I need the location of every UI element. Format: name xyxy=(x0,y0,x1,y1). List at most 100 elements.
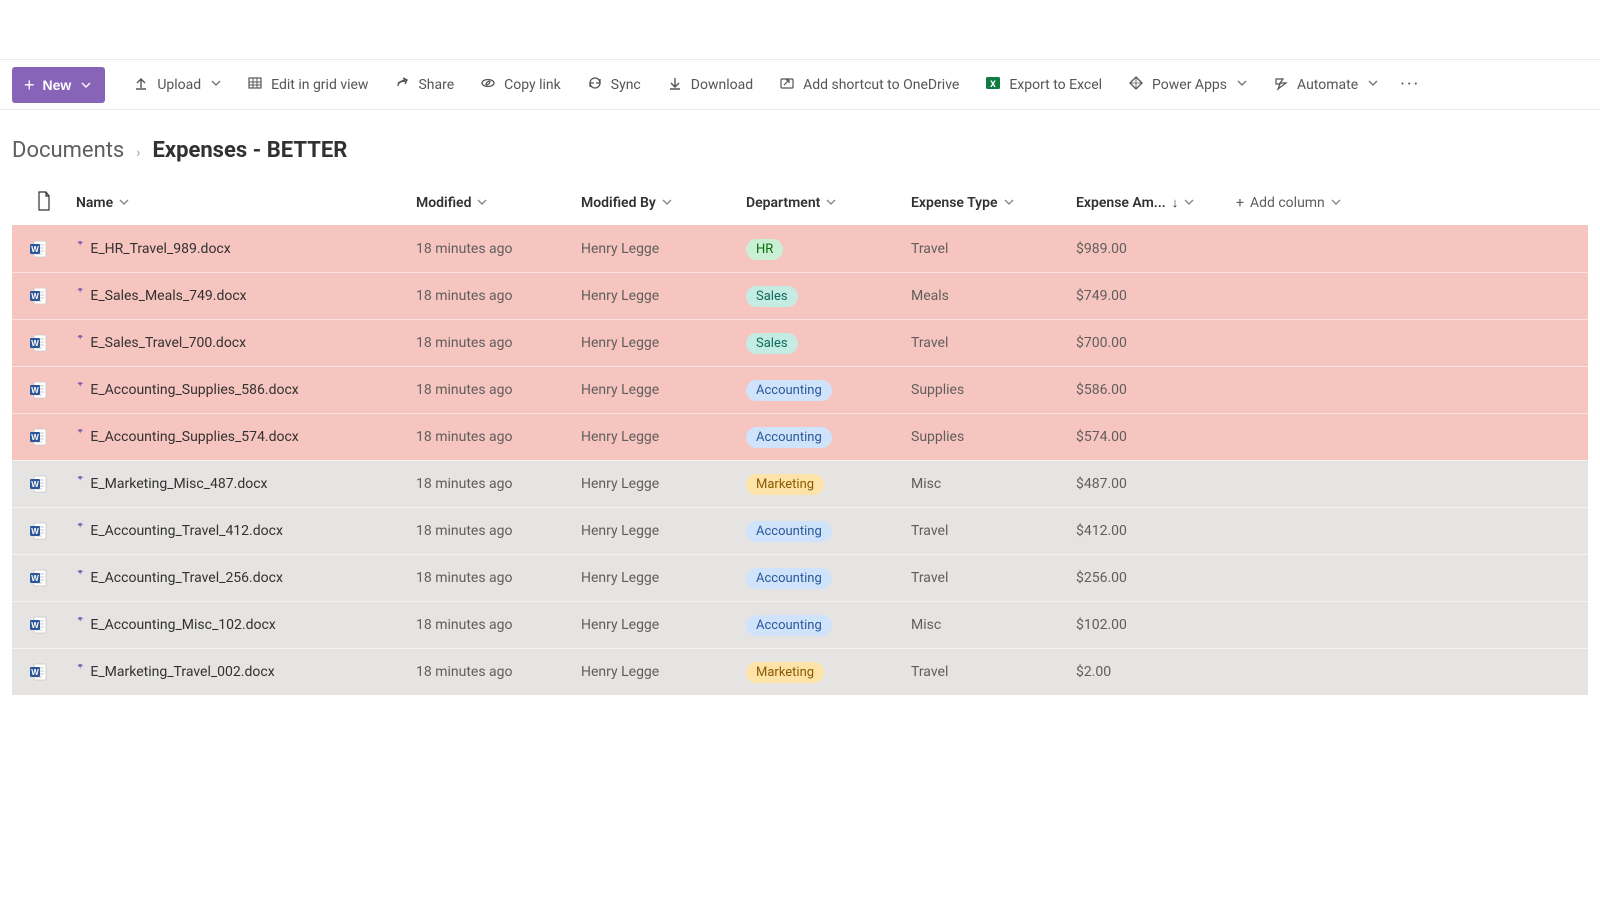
power-apps-button[interactable]: Power Apps xyxy=(1118,67,1257,103)
column-header-filetype[interactable] xyxy=(12,191,76,215)
table-row[interactable]: ✦ E_HR_Travel_989.docx 18 minutes agoHenry… xyxy=(12,225,1588,272)
modified-by-cell[interactable]: Henry Legge xyxy=(581,476,746,492)
share-button[interactable]: Share xyxy=(384,67,464,103)
file-name-cell[interactable]: ✦E_Accounting_Travel_256.docx xyxy=(76,570,416,586)
modified-cell: 18 minutes ago xyxy=(416,429,581,445)
file-name-label: E_Accounting_Supplies_574.docx xyxy=(90,429,298,445)
file-type-cell xyxy=(12,522,76,540)
table-row[interactable]: ✦E_Accounting_Travel_256.docx18 minutes … xyxy=(12,554,1588,601)
column-header-expense-type[interactable]: Expense Type xyxy=(911,195,1076,211)
modified-by-cell[interactable]: Henry Legge xyxy=(581,429,746,445)
department-cell: Accounting xyxy=(746,615,911,636)
more-commands-button[interactable]: ··· xyxy=(1394,74,1426,95)
department-pill: Accounting xyxy=(746,427,832,448)
plus-icon: + xyxy=(24,76,35,94)
expense-amount-cell: $412.00 xyxy=(1076,523,1236,539)
new-button-label: New xyxy=(43,77,72,93)
column-header-name[interactable]: Name xyxy=(76,195,416,211)
table-row[interactable]: ✦E_Marketing_Travel_002.docx18 minutes a… xyxy=(12,648,1588,695)
expense-amount-cell: $2.00 xyxy=(1076,664,1236,680)
modified-by-cell[interactable]: Henry Legge xyxy=(581,382,746,398)
upload-button[interactable]: Upload xyxy=(123,67,231,103)
chevron-down-icon xyxy=(1368,78,1378,91)
file-name-cell[interactable]: ✦E_Marketing_Misc_487.docx xyxy=(76,476,416,492)
department-pill: HR xyxy=(746,239,783,260)
copy-link-button[interactable]: Copy link xyxy=(470,67,571,103)
download-button[interactable]: Download xyxy=(657,67,763,103)
word-document-icon xyxy=(30,240,48,258)
file-name-label: E_HR_Travel_989.docx xyxy=(90,241,230,257)
sync-label: Sync xyxy=(611,77,641,93)
column-header-department[interactable]: Department xyxy=(746,195,911,211)
automate-button[interactable]: Automate xyxy=(1263,67,1388,103)
document-icon xyxy=(36,191,52,215)
export-excel-label: Export to Excel xyxy=(1009,77,1102,93)
modified-by-cell[interactable]: Henry Legge xyxy=(581,288,746,304)
expense-amount-cell: $989.00 xyxy=(1076,241,1236,257)
file-type-cell xyxy=(12,381,76,399)
edit-grid-button[interactable]: Edit in grid view xyxy=(237,67,378,103)
modified-by-cell[interactable]: Henry Legge xyxy=(581,570,746,586)
file-name-cell[interactable]: ✦E_Accounting_Travel_412.docx xyxy=(76,523,416,539)
modified-by-cell[interactable]: Henry Legge xyxy=(581,241,746,257)
column-header-modified-label: Modified xyxy=(416,195,471,211)
file-name-cell[interactable]: ✦ E_Sales_Meals_749.docx xyxy=(76,288,416,304)
table-row[interactable]: ✦E_Accounting_Supplies_574.docx18 minute… xyxy=(12,413,1588,460)
department-cell: HR xyxy=(746,239,911,260)
chevron-down-icon xyxy=(81,77,91,93)
sync-button[interactable]: Sync xyxy=(577,67,651,103)
modified-by-cell[interactable]: Henry Legge xyxy=(581,523,746,539)
file-type-cell xyxy=(12,663,76,681)
add-column-button[interactable]: + Add column xyxy=(1236,195,1396,211)
word-document-icon xyxy=(30,428,48,446)
new-indicator-icon: ✦ xyxy=(76,664,84,672)
new-button[interactable]: + New xyxy=(12,67,105,103)
modified-cell: 18 minutes ago xyxy=(416,476,581,492)
file-name-cell[interactable]: ✦E_Sales_Travel_700.docx xyxy=(76,335,416,351)
modified-cell: 18 minutes ago xyxy=(416,664,581,680)
modified-cell: 18 minutes ago xyxy=(416,523,581,539)
file-type-cell xyxy=(12,287,76,305)
modified-by-cell[interactable]: Henry Legge xyxy=(581,335,746,351)
chevron-down-icon xyxy=(119,197,129,210)
modified-by-cell[interactable]: Henry Legge xyxy=(581,664,746,680)
word-document-icon xyxy=(30,475,48,493)
share-icon xyxy=(394,75,410,95)
file-name-label: E_Sales_Meals_749.docx xyxy=(90,288,246,304)
file-name-cell[interactable]: ✦E_Marketing_Travel_002.docx xyxy=(76,664,416,680)
word-document-icon xyxy=(30,663,48,681)
column-header-expense-amount[interactable]: Expense Am... ↓ xyxy=(1076,195,1236,211)
add-shortcut-button[interactable]: Add shortcut to OneDrive xyxy=(769,67,969,103)
table-row[interactable]: ✦E_Marketing_Misc_487.docx18 minutes ago… xyxy=(12,460,1588,507)
file-name-cell[interactable]: ✦ E_HR_Travel_989.docx xyxy=(76,241,416,257)
new-indicator-icon: ✦ xyxy=(76,288,84,296)
file-name-label: E_Accounting_Supplies_586.docx xyxy=(90,382,298,398)
export-excel-button[interactable]: X Export to Excel xyxy=(975,67,1112,103)
file-name-cell[interactable]: ✦E_Accounting_Supplies_586.docx xyxy=(76,382,416,398)
table-row[interactable]: ✦E_Accounting_Supplies_586.docx18 minute… xyxy=(12,366,1588,413)
table-row[interactable]: ✦E_Sales_Travel_700.docx18 minutes agoHe… xyxy=(12,319,1588,366)
column-header-department-label: Department xyxy=(746,195,820,211)
table-row[interactable]: ✦ E_Sales_Meals_749.docx 18 minutes agoHen… xyxy=(12,272,1588,319)
modified-cell: 18 minutes ago xyxy=(416,335,581,351)
automate-label: Automate xyxy=(1297,77,1358,93)
modified-by-cell[interactable]: Henry Legge xyxy=(581,617,746,633)
word-document-icon xyxy=(30,522,48,540)
breadcrumb-root[interactable]: Documents xyxy=(12,138,124,163)
expense-type-cell: Travel xyxy=(911,335,1076,351)
file-name-cell[interactable]: ✦E_Accounting_Misc_102.docx xyxy=(76,617,416,633)
column-header-modified-by[interactable]: Modified By xyxy=(581,195,746,211)
modified-cell: 18 minutes ago xyxy=(416,288,581,304)
table-row[interactable]: ✦E_Accounting_Travel_412.docx18 minutes … xyxy=(12,507,1588,554)
expense-amount-cell: $749.00 xyxy=(1076,288,1236,304)
department-pill: Marketing xyxy=(746,474,824,495)
new-indicator-icon: ✦ xyxy=(76,241,84,249)
expense-amount-cell: $256.00 xyxy=(1076,570,1236,586)
column-header-modified[interactable]: Modified xyxy=(416,195,581,211)
department-pill: Accounting xyxy=(746,615,832,636)
excel-icon: X xyxy=(985,75,1001,95)
modified-cell: 18 minutes ago xyxy=(416,241,581,257)
expense-amount-cell: $586.00 xyxy=(1076,382,1236,398)
table-row[interactable]: ✦E_Accounting_Misc_102.docx18 minutes ag… xyxy=(12,601,1588,648)
file-name-cell[interactable]: ✦E_Accounting_Supplies_574.docx xyxy=(76,429,416,445)
